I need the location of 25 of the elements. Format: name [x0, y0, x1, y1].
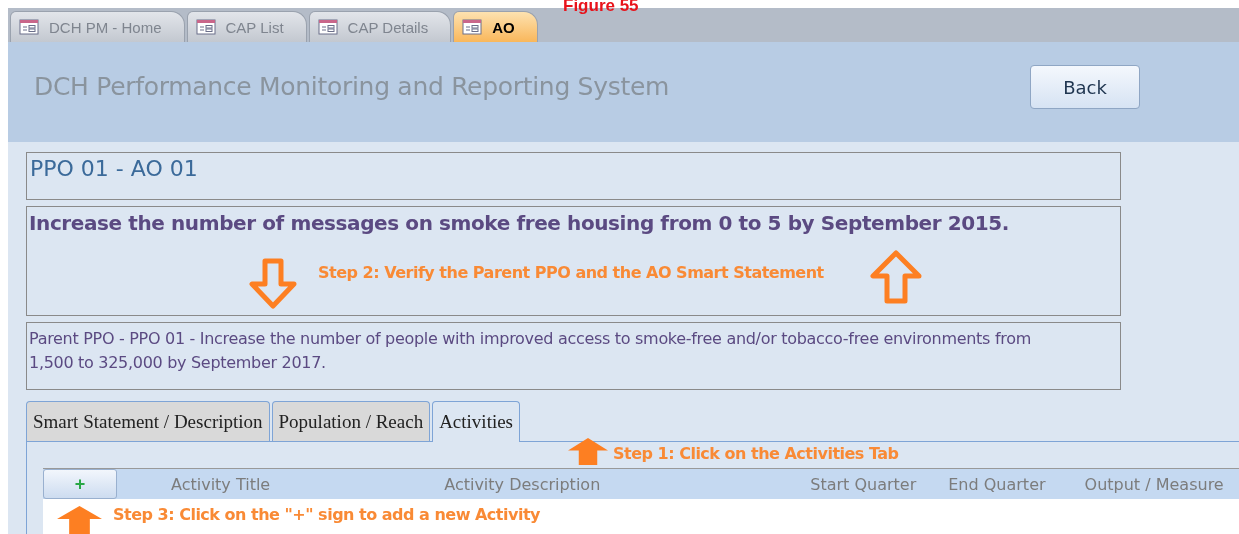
- up-arrow-icon: [567, 437, 609, 465]
- form-icon: [317, 19, 338, 35]
- ao-code-field: PPO 01 - AO 01: [26, 152, 1121, 200]
- back-button[interactable]: Back: [1030, 65, 1140, 109]
- form-tab[interactable]: Smart Statement / Description: [26, 401, 270, 441]
- step-annotation: Step 3: Click on the "+" sign to add a new Activity: [113, 505, 540, 524]
- form-tab[interactable]: Activities: [432, 401, 521, 442]
- form-icon: [19, 19, 39, 35]
- column-header: Output / Measure: [1084, 474, 1224, 494]
- up-arrow-icon: [868, 249, 924, 305]
- form-tab[interactable]: Population / Reach: [271, 401, 431, 441]
- down-arrow-icon: [248, 258, 298, 310]
- form-icon: [462, 19, 483, 35]
- step-annotation: Step 2: Verify the Parent PPO and the AO Smart Statement: [318, 263, 824, 282]
- document-tab[interactable]: AO: [453, 11, 538, 42]
- up-arrow-icon: [56, 505, 103, 534]
- column-header: End Quarter: [948, 474, 1046, 494]
- parent-ppo-text: Parent PPO - PPO 01 - Increase the number of people with improved access to smoke-free and/or tobacco-free environments from 1,500 to 325,000 by September 2017.: [26, 322, 1121, 390]
- column-header: Start Quarter: [810, 474, 917, 494]
- form-icon: [195, 19, 216, 35]
- smart-statement: Increase the number of messages on smoke free housing from 0 to 5 by September 2015.: [29, 211, 1010, 235]
- app-title: DCH Performance Monitoring and Reporting System: [34, 71, 671, 101]
- column-header: Activity Title: [171, 474, 271, 494]
- step-annotation: Step 1: Click on the Activities Tab: [613, 444, 899, 463]
- column-header: Activity Description: [444, 474, 601, 494]
